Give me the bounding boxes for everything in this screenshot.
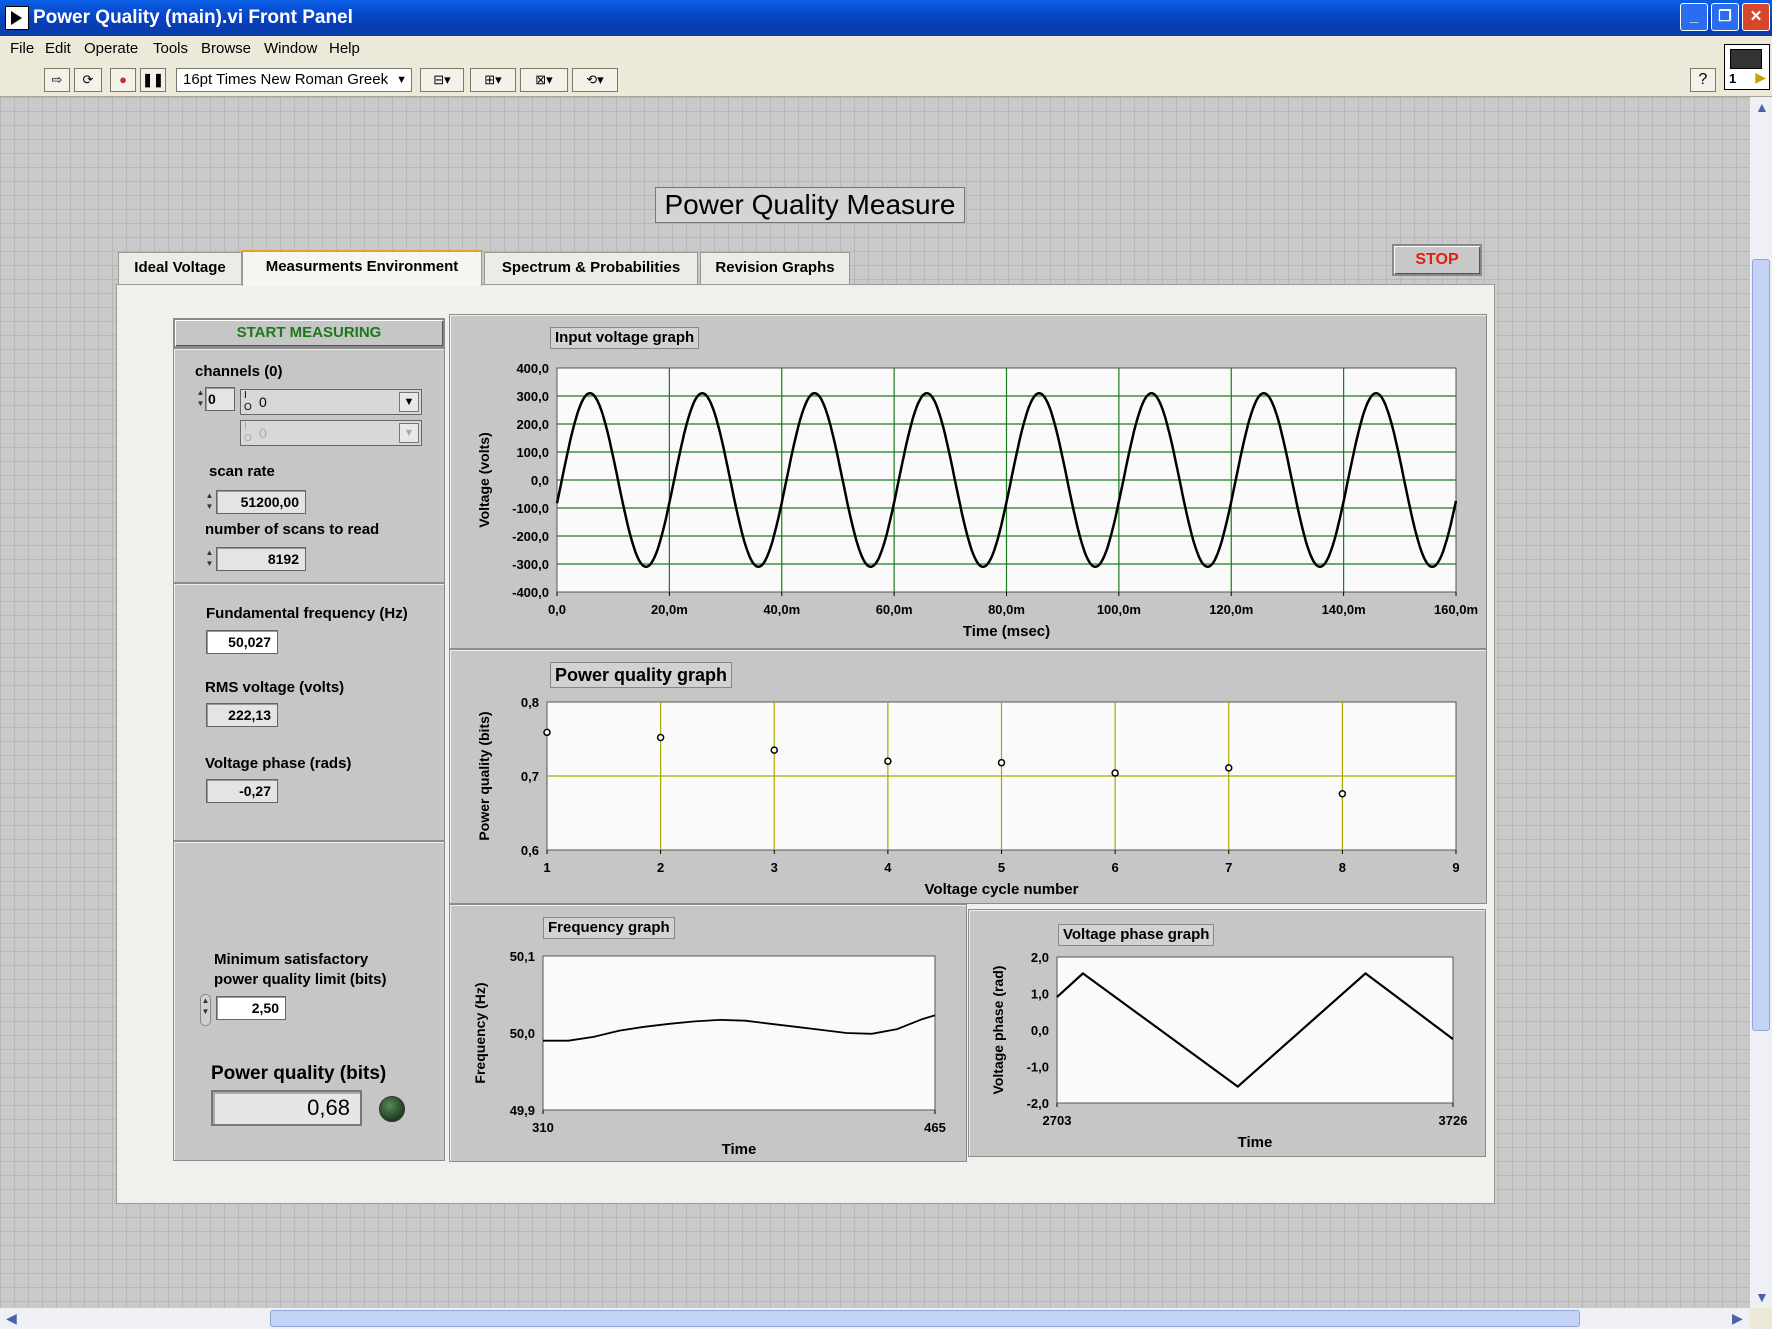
io-icon: IO — [244, 390, 252, 413]
frequency-graph-title: Frequency graph — [543, 917, 675, 939]
toolbar: ⇨ ⟳ ● ❚❚ 16pt Times New Roman Greek ⊟▾ ⊞… — [0, 44, 1772, 97]
labview-vi-icon — [5, 6, 29, 30]
menu-window[interactable]: Window — [264, 40, 317, 57]
tab-ideal-voltage[interactable]: Ideal Voltage — [118, 252, 242, 284]
channel-2-selector: IO 0 ▼ — [240, 420, 422, 446]
vi-monitor-icon — [1730, 49, 1762, 69]
voltage-phase-value: -0,27 — [206, 779, 278, 803]
reorder-icon[interactable]: ⟲▾ — [572, 68, 618, 92]
input-voltage-graph-frame — [449, 314, 1487, 649]
fundamental-frequency-label: Fundamental frequency (Hz) — [206, 605, 408, 622]
font-selector[interactable]: 16pt Times New Roman Greek — [176, 68, 412, 92]
restore-button[interactable]: ❐ — [1711, 3, 1739, 31]
menu-file[interactable]: File — [10, 40, 34, 57]
frequency-graph-frame — [449, 904, 967, 1162]
scroll-down-icon[interactable]: ▼ — [1755, 1289, 1769, 1305]
horizontal-scroll-thumb[interactable] — [270, 1310, 1580, 1327]
min-limit-label-line2: power quality limit (bits) — [214, 971, 387, 988]
vertical-scrollbar[interactable]: ▲ ▼ — [1750, 97, 1772, 1308]
power-quality-led — [379, 1096, 405, 1122]
resize-objects-icon[interactable]: ⊠▾ — [520, 68, 568, 92]
scan-rate-spinner[interactable]: ▲ ▼ — [205, 490, 214, 514]
horizontal-scrollbar[interactable]: ◀ ▶ — [0, 1308, 1750, 1329]
channel-2-value: 0 — [259, 425, 267, 441]
power-quality-value: 0,68 — [211, 1090, 362, 1126]
vi-arrow-icon: ▶ — [1755, 69, 1766, 85]
chevron-down-icon[interactable]: ▼ — [399, 392, 419, 412]
channels-index[interactable]: 0 — [205, 387, 235, 411]
scroll-up-icon[interactable]: ▲ — [1755, 99, 1769, 115]
minimize-button[interactable]: _ — [1680, 3, 1708, 31]
rms-voltage-value: 222,13 — [206, 703, 278, 727]
menu-edit[interactable]: Edit — [45, 40, 71, 57]
voltage-phase-graph-frame — [968, 909, 1486, 1157]
scroll-left-icon[interactable]: ◀ — [6, 1310, 17, 1327]
rms-voltage-label: RMS voltage (volts) — [205, 679, 345, 696]
vi-number: 1 — [1729, 71, 1737, 86]
panel-title: Power Quality Measure — [655, 187, 965, 223]
input-voltage-graph-title: Input voltage graph — [550, 327, 700, 349]
min-limit-label-line1: Minimum satisfactory — [214, 951, 369, 968]
start-measuring-button[interactable]: START MEASURING — [173, 318, 445, 348]
abort-execution-icon[interactable]: ● — [110, 68, 136, 92]
stop-button[interactable]: STOP — [1392, 244, 1482, 276]
number-of-scans-input[interactable]: 8192 — [216, 547, 306, 571]
channel-1-selector[interactable]: IO 0 ▼ — [240, 389, 422, 415]
menu-bar: File Edit Operate Tools Browse Window He… — [0, 36, 1772, 60]
io-icon: IO — [244, 421, 252, 444]
channels-label: channels (0) — [195, 363, 283, 380]
title-bar: Power Quality (main).vi Front Panel _ ❐ … — [0, 0, 1772, 36]
number-of-scans-spinner[interactable]: ▲ ▼ — [205, 547, 214, 571]
channel-1-value: 0 — [259, 394, 267, 410]
vi-connector-icon[interactable]: 1 ▶ — [1724, 44, 1770, 90]
context-help-icon[interactable]: ? — [1690, 68, 1716, 92]
menu-operate[interactable]: Operate — [84, 40, 138, 57]
run-continuously-icon[interactable]: ⟳ — [74, 68, 102, 92]
voltage-phase-graph-title: Voltage phase graph — [1058, 924, 1215, 946]
number-of-scans-label: number of scans to read — [205, 521, 380, 538]
pause-icon[interactable]: ❚❚ — [140, 68, 166, 92]
menu-browse[interactable]: Browse — [201, 40, 251, 57]
tab-spectrum-probabilities[interactable]: Spectrum & Probabilities — [484, 252, 698, 284]
tab-revision-graphs[interactable]: Revision Graphs — [700, 252, 850, 284]
tab-measurments-environment[interactable]: Measurments Environment — [242, 250, 482, 286]
fundamental-frequency-value: 50,027 — [206, 630, 278, 654]
chevron-down-icon: ▼ — [399, 423, 419, 443]
menu-tools[interactable]: Tools — [153, 40, 188, 57]
run-arrow-icon[interactable]: ⇨ — [44, 68, 70, 92]
scroll-right-icon[interactable]: ▶ — [1732, 1310, 1743, 1327]
min-limit-spinner[interactable]: ▲ ▼ — [200, 994, 211, 1026]
close-button[interactable]: ✕ — [1742, 3, 1770, 31]
scan-rate-label: scan rate — [209, 463, 275, 480]
align-objects-icon[interactable]: ⊟▾ — [420, 68, 464, 92]
distribute-objects-icon[interactable]: ⊞▾ — [470, 68, 516, 92]
power-quality-label: Power quality (bits) — [211, 1063, 387, 1084]
scan-rate-input[interactable]: 51200,00 — [216, 490, 306, 514]
window-title: Power Quality (main).vi Front Panel — [33, 7, 353, 28]
power-quality-graph-title: Power quality graph — [550, 662, 733, 688]
voltage-phase-label: Voltage phase (rads) — [205, 755, 352, 772]
min-limit-input[interactable]: 2,50 — [216, 996, 286, 1020]
vertical-scroll-thumb[interactable] — [1752, 259, 1770, 1031]
channels-index-spinner[interactable]: ▲ ▼ — [196, 387, 205, 411]
menu-help[interactable]: Help — [329, 40, 360, 57]
